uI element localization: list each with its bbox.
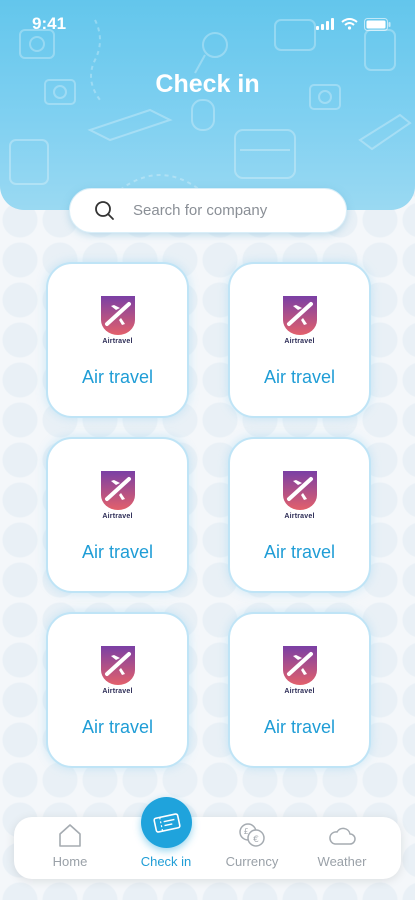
tab-currency-label: Currency <box>225 854 279 869</box>
battery-icon <box>364 17 391 31</box>
tab-currency[interactable]: € £ Currency <box>207 817 297 879</box>
search-icon <box>95 201 114 220</box>
logo-wordmark: Airtravel <box>102 513 133 520</box>
airplane-shield-logo-icon <box>100 296 135 335</box>
airplane-shield-logo-icon <box>100 646 135 685</box>
search-input[interactable] <box>133 202 323 219</box>
home-icon <box>59 824 81 847</box>
tab-home-label: Home <box>52 854 88 869</box>
airplane-shield-logo-icon <box>282 646 317 685</box>
cloud-icon <box>329 827 356 845</box>
company-logo: Airtravel <box>270 294 330 352</box>
company-grid: Airtravel Air travel Airtravel Air trave… <box>46 262 371 768</box>
logo-wordmark: Airtravel <box>102 338 133 345</box>
tab-bar: Home Check in € £ Currency Weather <box>14 817 401 879</box>
company-logo: Airtravel <box>270 469 330 527</box>
airplane-shield-logo-icon <box>282 471 317 510</box>
company-name: Air travel <box>263 717 335 737</box>
status-time: 9:41 <box>32 14 67 33</box>
airplane-shield-logo-icon <box>100 471 135 510</box>
logo-wordmark: Airtravel <box>284 338 315 345</box>
company-card[interactable]: Airtravel Air travel <box>228 612 371 768</box>
airplane-shield-logo-icon <box>282 296 317 335</box>
svg-text:€: € <box>253 835 259 845</box>
status-bar: 9:41 <box>0 0 415 48</box>
company-card[interactable]: Airtravel Air travel <box>46 262 189 418</box>
company-card[interactable]: Airtravel Air travel <box>228 262 371 418</box>
company-name: Air travel <box>81 367 153 387</box>
company-card[interactable]: Airtravel Air travel <box>46 612 189 768</box>
company-name: Air travel <box>81 717 153 737</box>
company-logo: Airtravel <box>88 469 148 527</box>
currency-icon: € £ <box>239 823 265 847</box>
page-title: Check in <box>155 70 260 98</box>
company-card[interactable]: Airtravel Air travel <box>46 437 189 593</box>
company-logo: Airtravel <box>88 294 148 352</box>
logo-wordmark: Airtravel <box>102 688 133 695</box>
logo-wordmark: Airtravel <box>284 513 315 520</box>
logo-wordmark: Airtravel <box>284 688 315 695</box>
check-in-active-button[interactable] <box>141 797 192 848</box>
company-card[interactable]: Airtravel Air travel <box>228 437 371 593</box>
cellular-signal-icon <box>316 18 334 30</box>
tab-weather[interactable]: Weather <box>297 817 387 879</box>
company-logo: Airtravel <box>88 644 148 702</box>
company-logo: Airtravel <box>270 644 330 702</box>
status-icons <box>316 17 391 31</box>
company-name: Air travel <box>263 542 335 562</box>
company-name: Air travel <box>81 542 153 562</box>
tab-weather-label: Weather <box>317 854 367 869</box>
svg-text:£: £ <box>243 827 248 836</box>
company-name: Air travel <box>263 367 335 387</box>
tab-check-in-label: Check in <box>140 854 192 869</box>
ticket-icon <box>152 812 181 833</box>
tab-home[interactable]: Home <box>25 817 115 879</box>
search-bar[interactable] <box>69 188 347 233</box>
wifi-icon <box>341 18 358 30</box>
